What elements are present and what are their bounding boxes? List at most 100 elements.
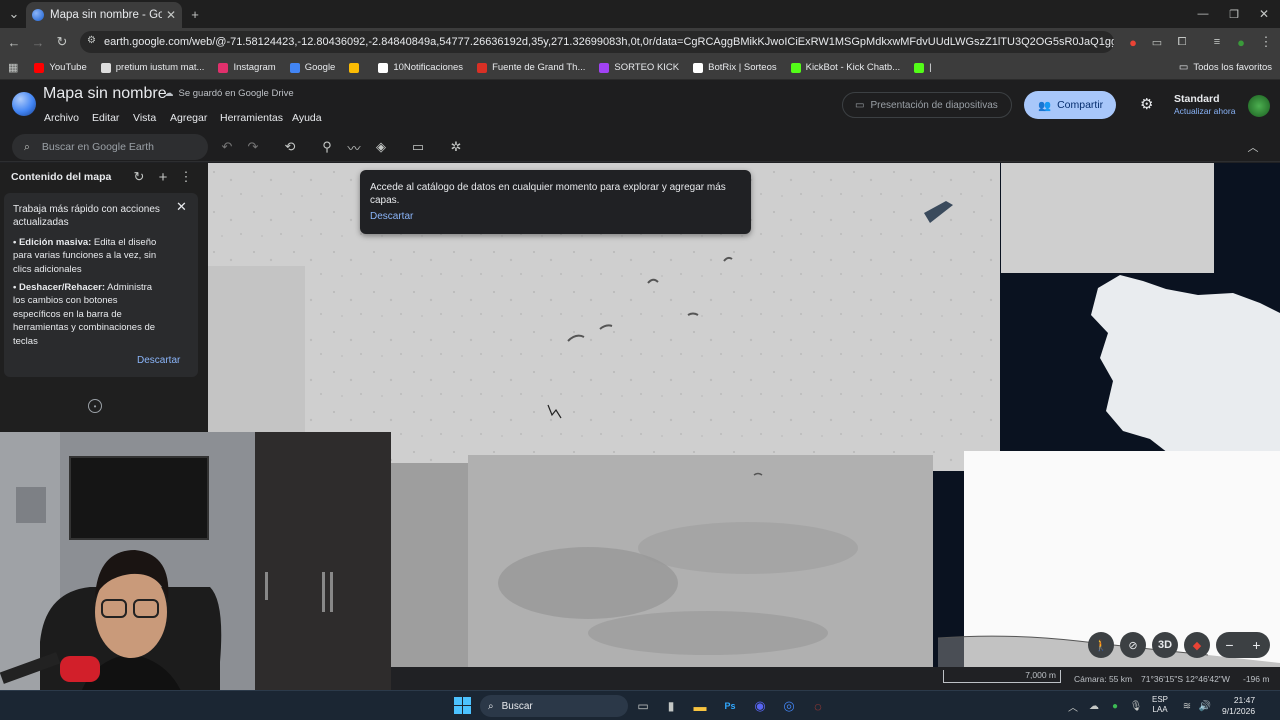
site-info-icon[interactable]: ⚙ [87,35,96,46]
menu-herramientas[interactable]: Herramientas [220,112,283,124]
menu-archivo[interactable]: Archivo [44,112,79,124]
new-tab-icon[interactable]: + [185,4,205,24]
menu-vista[interactable]: Vista [133,112,156,124]
add-content-icon[interactable]: + [153,167,173,187]
windows-start-icon[interactable] [454,697,471,714]
address-bar[interactable]: ⚙ earth.google.com/web/@-71.58124423,-12… [80,31,1114,53]
close-tab-icon[interactable]: ✕ [166,8,176,22]
cursor-coordinates: 71°36'15"S 12°46'42"W [1141,674,1230,684]
close-card-icon[interactable]: ✕ [176,199,187,215]
user-avatar[interactable] [1248,95,1270,117]
browser-tab[interactable]: Mapa sin nombre - Google Earth ✕ [26,2,182,28]
browser-tab-strip: ⌄ Mapa sin nombre - Google Earth ✕ + — ❐… [0,0,1280,28]
redo-icon[interactable]: ↷ [243,137,263,157]
catalog-dismiss-button[interactable]: Descartar [370,211,413,222]
bullet-bulk-edit-bold: • Edición masiva: [13,237,92,248]
taskbar-search[interactable]: ⌕ Buscar [480,695,628,717]
upgrade-link[interactable]: Actualizar ahora [1174,106,1235,116]
bookmark-item[interactable]: 10Notificaciones [378,62,463,73]
status-bar: 7,000 m Cámara: 55 km 71°36'15"S 12°46'4… [391,667,1280,690]
tray-app-icon[interactable]: ● [1105,696,1125,716]
undo-icon[interactable]: ↶ [217,137,237,157]
bookmark-item[interactable]: Google [289,62,335,73]
bookmark-label: YouTube [49,62,87,73]
collapse-toolbar-icon[interactable]: ︿ [1243,137,1263,157]
add-placemark-icon[interactable]: ⚲ [317,137,337,157]
reading-list-icon[interactable]: ≡ [1207,32,1227,52]
bookmarks-bar: ▦ YouTube pretium iustum mat... Instagram G… [0,56,1280,80]
bookmark-item[interactable]: YouTube [34,62,87,73]
all-bookmarks[interactable]: ▭ Todos los favoritos [1179,62,1272,73]
zoom-out-icon[interactable]: − [1225,637,1233,653]
extensions-puzzle-icon[interactable]: ⧠ [1172,32,1192,52]
bookmark-item[interactable]: SORTEO KICK [599,62,679,73]
language-indicator[interactable]: ESP LAA [1152,695,1168,715]
saved-status: Se guardó en Google Drive [178,88,294,99]
share-label: Compartir [1057,99,1104,111]
browser-menu-icon[interactable]: ⋮ [1256,32,1276,52]
bookmark-label: BotRix | Sorteos [708,62,777,73]
history-icon[interactable]: ⟲ [280,137,300,157]
bookmark-item[interactable]: BotRix | Sorteos [693,62,777,73]
bullet-undo-redo-bold: • Deshacer/Rehacer: [13,282,106,293]
cursor-elevation: -196 m [1243,674,1270,684]
reload-icon[interactable]: ↻ [52,32,72,52]
webcam-image [0,432,391,720]
bookmark-item[interactable]: KickBot - Kick Chatb... [790,62,900,73]
volume-icon[interactable]: 🔊 [1195,696,1215,716]
scale-bar: 7,000 m [943,670,1061,683]
tools-icon[interactable]: ✲ [446,137,466,157]
profile-avatar-icon[interactable]: ● [1231,32,1251,52]
settings-gear-icon[interactable]: ⚙ [1140,95,1153,113]
menu-ayuda[interactable]: Ayuda [292,112,322,124]
refresh-icon[interactable]: ↻ [129,167,149,187]
bookmark-item[interactable]: Instagram [218,62,276,73]
menu-agregar[interactable]: Agregar [170,112,207,124]
close-window-icon[interactable]: ✕ [1254,4,1274,24]
bullet-undo-redo: • Deshacer/Rehacer: Administra los cambi… [13,281,163,348]
file-explorer-icon[interactable]: ▬ [690,696,710,716]
compass-icon[interactable]: ◆ [1184,632,1210,658]
menu-editar[interactable]: Editar [92,112,119,124]
bookmark-favicon-icon [349,62,360,73]
taskbar-search-label: Buscar [501,700,533,712]
measure-icon[interactable]: ▭ [408,137,428,157]
card-dismiss-button[interactable]: Descartar [137,355,180,366]
pegman-icon[interactable]: 🚶 [1088,632,1114,658]
task-view-icon[interactable]: ▭ [633,696,653,716]
app-icon[interactable]: ◌ [808,696,828,716]
toggle-3d-button[interactable]: 3D [1152,632,1178,658]
earth-logo-icon[interactable] [12,92,36,116]
discord-icon[interactable]: ◉ [750,696,770,716]
compass-off-icon[interactable]: ⊘ [1120,632,1146,658]
widgets-icon[interactable]: ▮ [661,696,681,716]
maximize-icon[interactable]: ❐ [1224,4,1244,24]
extension-icon[interactable]: ● [1123,32,1143,52]
bookmark-item[interactable]: Fuente de Grand Th... [477,62,585,73]
zoom-in-icon[interactable]: + [1252,637,1260,653]
extension-2-icon[interactable]: ▭ [1147,32,1167,52]
share-button[interactable]: 👥 Compartir [1024,91,1116,119]
clock[interactable]: 21:47 9/1/2026 [1222,695,1255,717]
tray-microphone-icon[interactable]: 🎙 [1126,696,1146,716]
photoshop-icon[interactable]: Ps [720,696,740,716]
minimize-icon[interactable]: — [1193,4,1213,24]
search-box[interactable]: ⌕ Buscar en Google Earth [12,134,208,160]
layers-icon[interactable]: ◈ [371,137,391,157]
apps-grid-icon[interactable]: ▦ [8,61,18,74]
bookmark-item[interactable]: pretium iustum mat... [100,62,204,73]
slideshow-button[interactable]: ▭ Presentación de diapositivas [842,92,1012,118]
bookmark-item[interactable]: | [914,62,932,73]
bookmark-item[interactable] [349,62,364,73]
sidebar-more-icon[interactable]: ⋮ [176,167,196,187]
tray-expand-icon[interactable]: ︿ [1063,696,1083,716]
tab-search-icon[interactable]: ⌄ [4,4,24,24]
draw-path-icon[interactable]: 〰 [344,137,364,157]
chrome-icon[interactable]: ◎ [779,696,799,716]
tray-cloud-icon[interactable]: ☁ [1084,696,1104,716]
project-title[interactable]: Mapa sin nombre [43,85,167,103]
forward-icon[interactable]: → [28,32,48,52]
back-icon[interactable]: ← [4,32,24,52]
sidebar-title: Contenido del mapa [11,171,112,183]
wifi-icon[interactable]: ≋ [1177,696,1197,716]
